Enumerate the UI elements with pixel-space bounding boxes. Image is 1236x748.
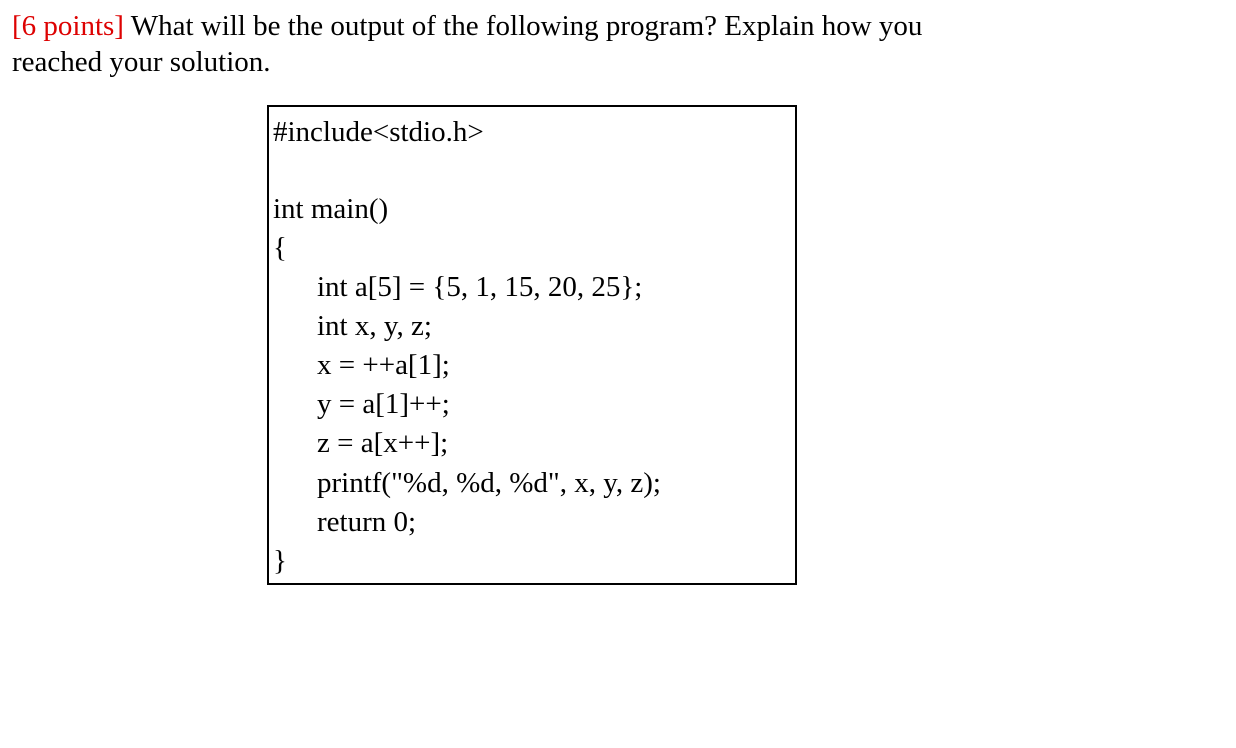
code-block: #include<stdio.h> int main() { int a[5] …	[267, 105, 797, 586]
code-line: return 0;	[273, 503, 793, 542]
prompt-line-2: reached your solution.	[12, 46, 271, 78]
code-line: printf("%d, %d, %d", x, y, z);	[273, 464, 793, 503]
points-label: [6 points]	[12, 10, 124, 42]
code-line: z = a[x++];	[273, 424, 793, 463]
code-line: int x, y, z;	[273, 307, 793, 346]
prompt-line-1: What will be the output of the following…	[124, 10, 922, 42]
code-line: #include<stdio.h>	[273, 113, 793, 152]
question-prompt: [6 points] What will be the output of th…	[12, 8, 1224, 81]
code-line: int a[5] = {5, 1, 15, 20, 25};	[273, 268, 793, 307]
code-blank-line	[273, 152, 793, 190]
code-line: x = ++a[1];	[273, 346, 793, 385]
code-line: }	[273, 542, 793, 581]
code-line: {	[273, 229, 793, 268]
code-line: y = a[1]++;	[273, 385, 793, 424]
code-line: int main()	[273, 190, 793, 229]
